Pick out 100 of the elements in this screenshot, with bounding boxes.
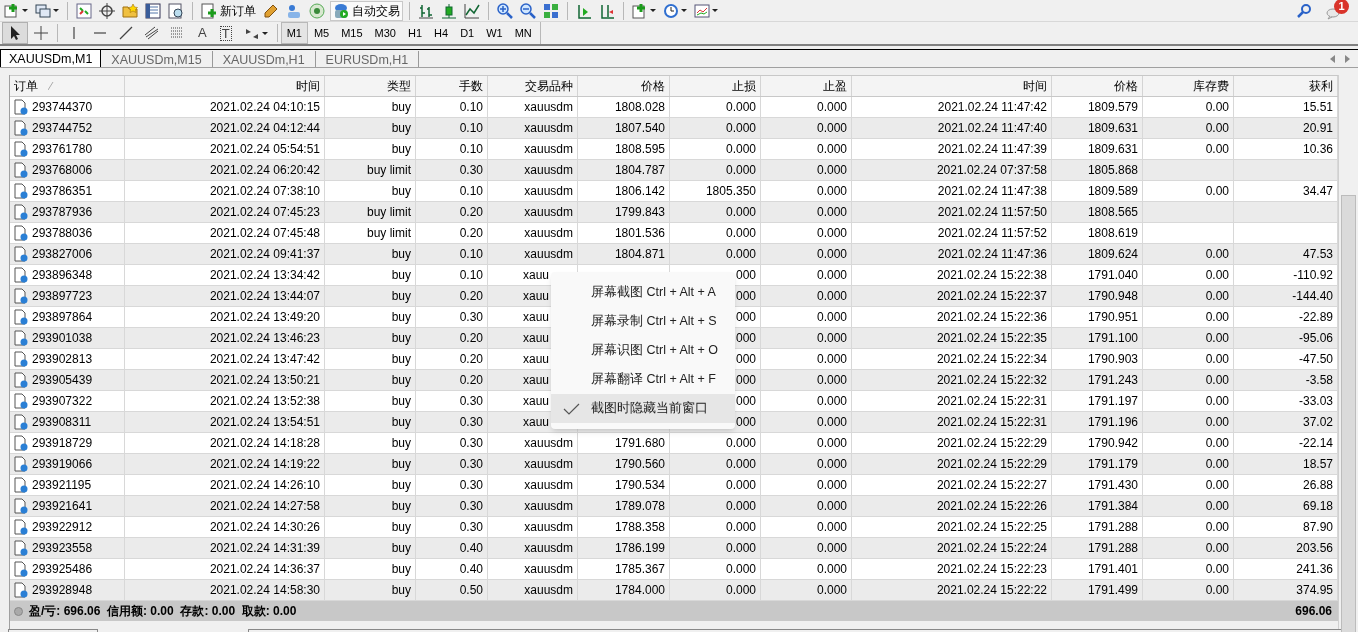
timeframe-button[interactable]: M5 (307, 22, 336, 44)
document-icon[interactable] (14, 204, 28, 220)
scroll-right-icon[interactable] (1345, 55, 1350, 63)
indicators-icon[interactable] (632, 2, 648, 19)
document-icon[interactable] (14, 456, 28, 472)
document-icon[interactable] (14, 225, 28, 241)
tester-icon[interactable] (168, 2, 184, 19)
document-icon[interactable] (14, 162, 28, 178)
document-icon[interactable] (14, 477, 28, 493)
toolbar-button[interactable]: 自动交易 (330, 0, 403, 21)
autoscroll-icon[interactable] (599, 2, 615, 19)
column-header[interactable]: 价格 (1114, 77, 1138, 95)
dropdown-caret-icon[interactable] (22, 9, 28, 12)
candlestick-icon[interactable] (441, 2, 457, 19)
toolbar-button[interactable]: 新订单 (199, 0, 258, 21)
text-tool[interactable]: A (197, 23, 208, 43)
robot-icon[interactable] (333, 2, 349, 19)
timeframe-button[interactable]: M1 (280, 22, 308, 44)
menu-item[interactable]: 屏幕录制 Ctrl + Alt + S (551, 307, 735, 336)
chart-tab[interactable]: XAUUSDm,M15 (101, 51, 213, 67)
notification-button[interactable]: 1 (1326, 1, 1348, 20)
market-watch-icon[interactable] (76, 2, 92, 19)
document-icon[interactable] (14, 393, 28, 409)
dropdown-caret-icon[interactable] (712, 9, 718, 12)
document-icon[interactable] (14, 120, 28, 136)
document-icon[interactable] (14, 540, 28, 556)
table-cell-text: 0.000 (816, 477, 847, 494)
document-icon[interactable] (14, 414, 28, 430)
timeframe-button[interactable]: MN (508, 22, 538, 44)
scroll-left-icon[interactable] (1330, 55, 1335, 63)
profiles-icon[interactable] (35, 2, 51, 19)
metaeditor-icon[interactable] (263, 2, 279, 19)
new-order-icon[interactable] (201, 2, 217, 19)
document-icon[interactable] (14, 309, 28, 325)
bar-chart-icon[interactable] (418, 2, 434, 19)
tile-windows-icon[interactable] (543, 2, 559, 19)
dropdown-caret-icon[interactable] (650, 9, 656, 12)
new-chart-icon[interactable] (4, 2, 20, 19)
document-icon[interactable] (14, 372, 28, 388)
document-icon[interactable] (14, 498, 28, 514)
dropdown-caret-icon[interactable] (53, 9, 59, 12)
table-cell-text: 0.30 (459, 456, 483, 473)
table-cell-text: xauu (523, 351, 550, 368)
column-header[interactable]: 时间 (1023, 77, 1047, 95)
channel-icon[interactable] (144, 25, 160, 41)
signal-icon[interactable] (309, 2, 325, 19)
menu-item[interactable]: 屏幕截图 Ctrl + Alt + A (551, 278, 735, 307)
document-icon[interactable] (14, 519, 28, 535)
table-cell-text: 2021.02.24 15:22:29 (936, 456, 1047, 473)
folder-star-icon[interactable] (122, 2, 138, 19)
menu-item[interactable]: 屏幕识图 Ctrl + Alt + O (551, 336, 735, 365)
zoom-out-icon[interactable] (520, 2, 536, 19)
crosshair-icon[interactable] (99, 2, 115, 19)
document-icon[interactable] (14, 351, 28, 367)
table-cell-text: 0.000 (725, 540, 756, 557)
column-header[interactable]: 库存费 (1193, 77, 1229, 95)
menu-item[interactable]: 屏幕翻译 Ctrl + Alt + F (551, 365, 735, 394)
dropdown-caret-icon[interactable] (681, 9, 687, 12)
document-icon[interactable] (14, 330, 28, 346)
document-icon[interactable] (14, 435, 28, 451)
table-cell-text: xauusdm (524, 99, 573, 116)
trend-line-icon[interactable] (118, 25, 134, 41)
document-icon[interactable] (14, 99, 28, 115)
terminal-icon[interactable] (145, 2, 161, 19)
table-cell-text: buy (391, 267, 411, 284)
timeframe-button[interactable]: D1 (454, 22, 481, 44)
chart-shift-icon[interactable] (576, 2, 592, 19)
column-header[interactable]: 获利 (1309, 77, 1333, 95)
search-icon[interactable] (1296, 2, 1312, 19)
timeframe-button[interactable]: H1 (402, 22, 429, 44)
text-label-tool[interactable]: T (219, 25, 232, 41)
table-cell-text: 1791.196 (1087, 414, 1138, 431)
timeframe-button[interactable]: M15 (335, 22, 369, 44)
column-header[interactable]: 时间 (296, 77, 320, 95)
zoom-in-icon[interactable] (497, 2, 513, 19)
chart-tab[interactable]: EURUSDm,H1 (315, 51, 420, 67)
column-header[interactable]: 止盈 (823, 77, 847, 95)
menu-item[interactable]: 截图时隐藏当前窗口 (551, 394, 735, 423)
dropdown-caret-icon[interactable] (261, 31, 268, 35)
document-icon[interactable] (14, 582, 28, 598)
timeframe-button[interactable]: H4 (428, 22, 455, 44)
timeframe-button[interactable]: M30 (368, 22, 402, 44)
chart-tab[interactable]: XAUUSDm,H1 (212, 51, 316, 67)
chart-tab[interactable]: XAUUSDm,M1 (0, 49, 102, 67)
column-header[interactable]: 价格 (641, 77, 665, 95)
column-header[interactable]: 订单 (14, 77, 38, 95)
document-icon[interactable] (14, 267, 28, 283)
column-header[interactable]: 止损 (732, 77, 756, 95)
document-icon[interactable] (14, 288, 28, 304)
timeframe-button[interactable]: W1 (480, 22, 509, 44)
clock-icon[interactable] (663, 2, 679, 19)
document-icon[interactable] (14, 246, 28, 262)
document-icon[interactable] (14, 141, 28, 157)
column-header[interactable]: 交易品种 (525, 77, 573, 95)
column-header[interactable]: 类型 (387, 77, 411, 95)
templates-icon[interactable] (694, 2, 710, 19)
line-chart-icon[interactable] (464, 2, 480, 19)
document-icon[interactable] (14, 183, 28, 199)
column-header[interactable]: 手数 (459, 77, 483, 95)
document-icon[interactable] (14, 561, 28, 577)
